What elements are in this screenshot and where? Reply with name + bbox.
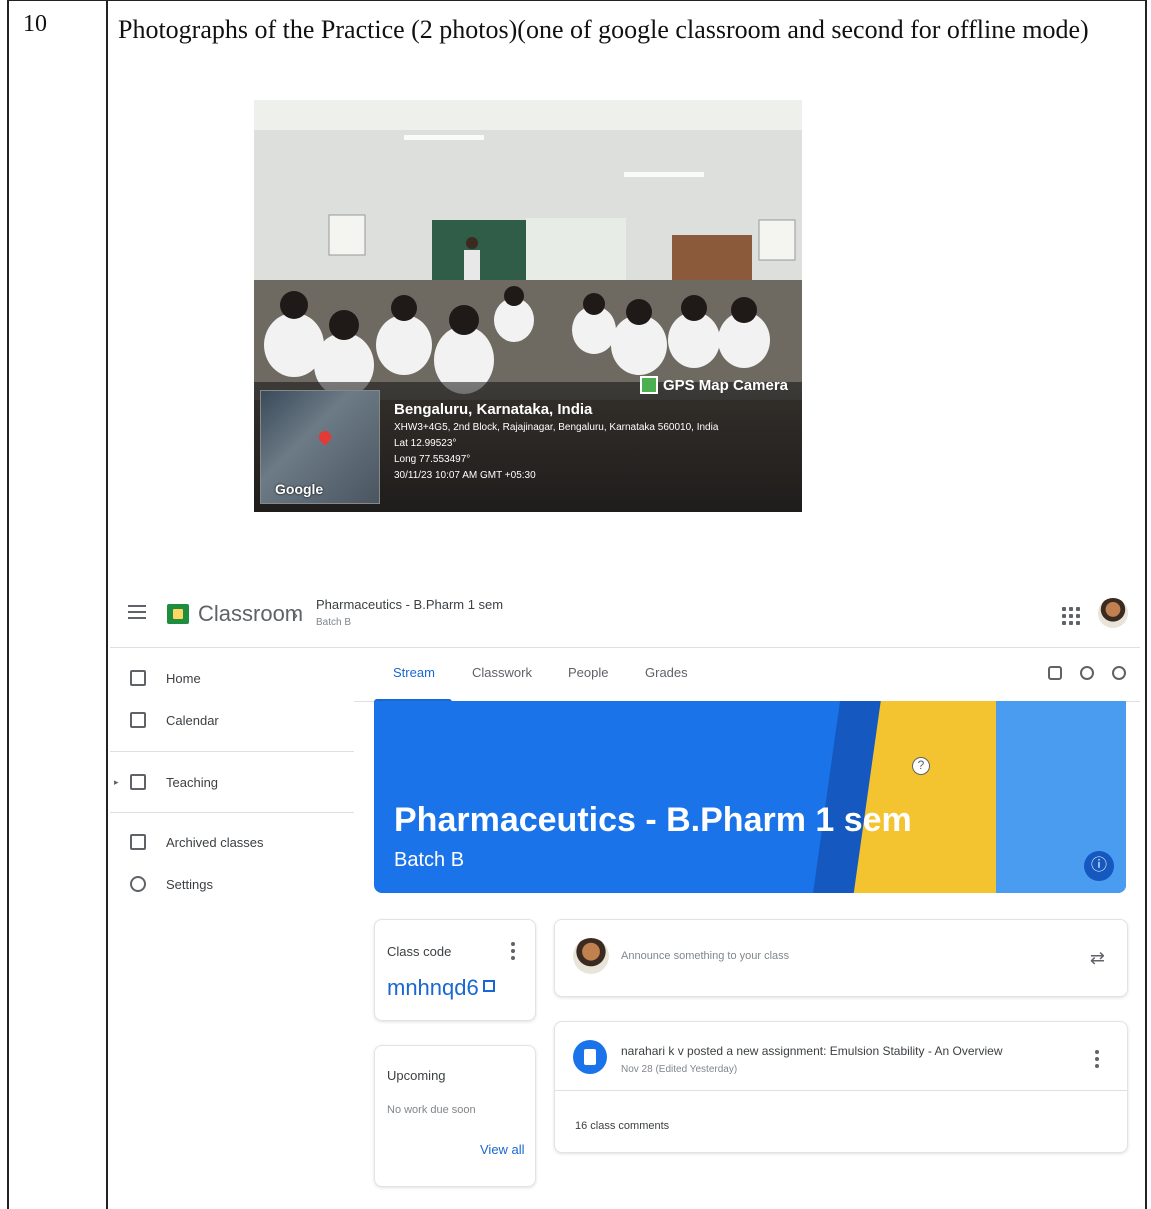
row-heading: Photographs of the Practice (2 photos)(o… [118,15,1089,44]
home-icon [130,670,146,686]
banner-title: Pharmaceutics - B.Pharm 1 sem [394,801,912,839]
sidebar-item-settings[interactable]: Settings [110,865,350,903]
stream-post[interactable]: narahari k v posted a new assignment: Em… [554,1021,1128,1153]
google-logo: Google [275,481,324,497]
classroom-logo-icon [167,604,189,624]
view-all-link[interactable]: View all [480,1142,525,1157]
announce-box[interactable]: Announce something to your class ⇄ [554,919,1128,997]
camera-icon [639,376,658,394]
top-bar: Classroom › Pharmaceutics - B.Pharm 1 se… [110,585,1140,648]
repost-icon[interactable]: ⇄ [1090,948,1105,969]
apps-grid-icon[interactable] [1062,607,1080,625]
tab-people[interactable]: People [568,665,608,680]
gear-icon [130,876,146,892]
class-code-value: mnhnqd6 [387,975,479,1000]
sidebar-item-teaching[interactable]: ▸ Teaching [110,763,350,801]
people-icon [130,774,146,790]
archive-icon [130,834,146,850]
sidebar-divider [110,812,354,813]
row-number: 10 [23,11,47,37]
class-comments-link[interactable]: 16 class comments [575,1120,669,1132]
sidebar-item-calendar[interactable]: Calendar [110,701,350,739]
help-icon[interactable]: ? [912,757,930,775]
gps-address: XHW3+4G5, 2nd Block, Rajajinagar, Bengal… [394,422,719,433]
column-divider [106,1,108,1209]
more-options-icon[interactable] [1095,1050,1099,1071]
classroom-photo: Google Bengaluru, Karnataka, India XHW3+… [254,100,802,512]
post-date: Nov 28 (Edited Yesterday) [621,1064,738,1075]
sidebar-item-home[interactable]: Home [110,659,350,697]
map-pin-icon [316,428,334,446]
tab-stream[interactable]: Stream [393,665,435,680]
upcoming-empty: No work due soon [387,1104,476,1116]
expand-arrow-icon[interactable]: ▸ [114,777,119,788]
post-title[interactable]: narahari k v posted a new assignment: Em… [621,1044,1003,1058]
post-divider [555,1090,1127,1091]
class-tabs: Stream Classwork People Grades [354,647,1140,702]
gps-long: Long 77.553497° [394,454,471,465]
gps-details: Bengaluru, Karnataka, India XHW3+4G5, 2n… [394,400,718,484]
sidebar-item-label: Settings [166,876,213,892]
class-code-label: Class code [387,944,452,959]
menu-icon[interactable] [128,605,146,619]
gps-lat: Lat 12.99523° [394,438,457,449]
sidebar-item-label: Calendar [166,712,219,728]
info-icon[interactable]: ⓘ [1084,851,1114,881]
upcoming-card: Upcoming No work due soon View all [374,1045,536,1187]
gps-datetime: 30/11/23 10:07 AM GMT +05:30 [394,470,536,481]
gear-icon[interactable] [1112,666,1126,680]
sidebar-item-archived[interactable]: Archived classes [110,823,350,861]
class-stream: Stream Classwork People Grades Pharmaceu… [354,647,1140,1187]
sidebar-item-label: Archived classes [166,834,264,850]
gps-overlay: Google Bengaluru, Karnataka, India XHW3+… [254,382,802,512]
breadcrumb-class-section: Batch B [316,617,352,628]
tab-classwork[interactable]: Classwork [472,665,532,680]
banner-subtitle: Batch B [394,849,465,871]
avatar[interactable] [1098,598,1128,628]
sidebar-item-label: Teaching [166,774,219,790]
gps-location: Bengaluru, Karnataka, India [394,401,593,418]
class-code-card: Class code mnhnqd6 [374,919,536,1021]
chevron-right-icon: › [292,605,298,625]
app-name[interactable]: Classroom [198,601,303,627]
upcoming-title: Upcoming [387,1068,446,1083]
calendar-icon [130,712,146,728]
gps-camera-label: GPS Map Camera [662,376,788,394]
fullscreen-icon[interactable] [483,980,495,992]
tab-grades[interactable]: Grades [645,665,688,680]
sidebar-divider [110,751,354,752]
assignment-icon [573,1040,607,1074]
drive-folder-icon[interactable] [1080,666,1094,680]
announce-placeholder[interactable]: Announce something to your class [621,950,789,962]
map-thumbnail: Google [260,390,380,504]
class-banner: Pharmaceutics - B.Pharm 1 sem Batch B ⓘ [374,701,1126,893]
breadcrumb-class-title[interactable]: Pharmaceutics - B.Pharm 1 sem [316,597,503,612]
sidebar: Home Calendar ▸ Teaching Archived classe… [110,647,354,1185]
more-options-icon[interactable] [511,942,515,963]
gps-camera-badge: GPS Map Camera [639,376,788,394]
calendar-icon[interactable] [1048,666,1062,680]
avatar [573,938,609,974]
google-classroom-screenshot: Classroom › Pharmaceutics - B.Pharm 1 se… [110,585,1140,1187]
sidebar-item-label: Home [166,670,201,686]
